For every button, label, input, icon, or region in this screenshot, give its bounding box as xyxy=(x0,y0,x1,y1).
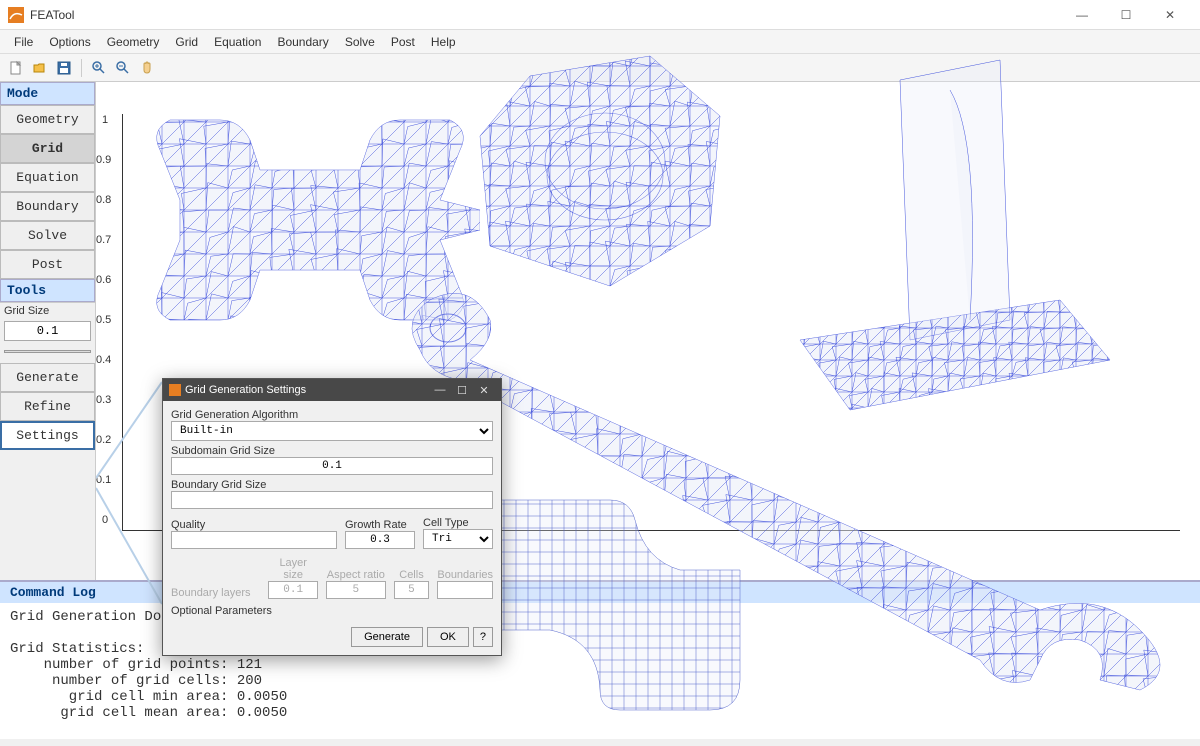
growth-rate-label: Growth Rate xyxy=(345,519,415,531)
menu-geometry[interactable]: Geometry xyxy=(99,33,168,51)
layer-size-label: Layer size xyxy=(268,557,318,581)
app-logo-icon xyxy=(8,7,24,23)
quality-label: Quality xyxy=(171,519,337,531)
subdomain-gridsize-input[interactable] xyxy=(171,457,493,475)
dialog-maximize-icon[interactable]: ☐ xyxy=(451,384,473,397)
tools-section-header: Tools xyxy=(0,279,95,302)
y-tick: 0.2 xyxy=(96,434,111,446)
dialog-generate-button[interactable]: Generate xyxy=(351,627,423,647)
grid-size-slider[interactable] xyxy=(4,345,91,357)
mode-equation[interactable]: Equation xyxy=(0,163,95,192)
y-tick: 0.7 xyxy=(96,234,111,246)
boundaries-label: Boundaries xyxy=(437,569,493,581)
dialog-ok-button[interactable]: OK xyxy=(427,627,469,647)
layer-size-input xyxy=(268,581,318,599)
dialog-titlebar[interactable]: Grid Generation Settings — ☐ ✕ xyxy=(163,379,501,401)
grid-generation-settings-dialog: Grid Generation Settings — ☐ ✕ Grid Gene… xyxy=(162,378,502,656)
y-tick: 0.9 xyxy=(96,154,111,166)
dialog-logo-icon xyxy=(169,384,181,396)
menu-boundary[interactable]: Boundary xyxy=(269,33,336,51)
dialog-minimize-icon[interactable]: — xyxy=(429,384,451,396)
window-titlebar: FEATool — ☐ ✕ xyxy=(0,0,1200,30)
menu-bar: File Options Geometry Grid Equation Boun… xyxy=(0,30,1200,54)
save-file-icon[interactable] xyxy=(54,58,74,78)
zoom-out-icon[interactable] xyxy=(113,58,133,78)
y-tick: 1 xyxy=(102,114,108,126)
cell-type-select[interactable]: Tri xyxy=(423,529,493,549)
subdomain-gridsize-label: Subdomain Grid Size xyxy=(171,445,493,457)
quality-input[interactable] xyxy=(171,531,337,549)
dialog-title: Grid Generation Settings xyxy=(185,384,429,396)
boundaries-input xyxy=(437,581,493,599)
algorithm-label: Grid Generation Algorithm xyxy=(171,409,493,421)
cell-type-label: Cell Type xyxy=(423,517,493,529)
boundary-layers-label: Boundary layers xyxy=(171,573,260,599)
dialog-close-icon[interactable]: ✕ xyxy=(473,384,495,397)
y-tick: 0.6 xyxy=(96,274,111,286)
open-file-icon[interactable] xyxy=(30,58,50,78)
sidebar: Mode Geometry Grid Equation Boundary Sol… xyxy=(0,82,96,580)
mode-post[interactable]: Post xyxy=(0,250,95,279)
algorithm-select[interactable]: Built-in xyxy=(171,421,493,441)
menu-solve[interactable]: Solve xyxy=(337,33,383,51)
mode-solve[interactable]: Solve xyxy=(0,221,95,250)
window-title: FEATool xyxy=(30,8,1060,22)
boundary-gridsize-input[interactable] xyxy=(171,491,493,509)
menu-file[interactable]: File xyxy=(6,33,41,51)
grid-size-input[interactable]: 0.1 xyxy=(4,321,91,341)
mode-grid[interactable]: Grid xyxy=(0,134,95,163)
y-tick: 0.3 xyxy=(96,394,111,406)
toolbar xyxy=(0,54,1200,82)
close-button[interactable]: ✕ xyxy=(1148,1,1192,29)
mode-boundary[interactable]: Boundary xyxy=(0,192,95,221)
menu-options[interactable]: Options xyxy=(41,33,98,51)
refine-button[interactable]: Refine xyxy=(0,392,95,421)
cells-label: Cells xyxy=(394,569,430,581)
dialog-help-button[interactable]: ? xyxy=(473,627,493,647)
grid-size-label: Grid Size xyxy=(0,302,95,319)
minimize-button[interactable]: — xyxy=(1060,1,1104,29)
menu-help[interactable]: Help xyxy=(423,33,464,51)
menu-equation[interactable]: Equation xyxy=(206,33,269,51)
menu-grid[interactable]: Grid xyxy=(167,33,206,51)
y-axis xyxy=(122,114,123,530)
y-tick: 0.1 xyxy=(96,474,111,486)
optional-parameters-label: Optional Parameters xyxy=(171,605,493,617)
y-tick: 0.8 xyxy=(96,194,111,206)
mode-section-header: Mode xyxy=(0,82,95,105)
y-tick: 0 xyxy=(102,514,108,526)
settings-button[interactable]: Settings xyxy=(0,421,95,450)
generate-button[interactable]: Generate xyxy=(0,363,95,392)
boundary-gridsize-label: Boundary Grid Size xyxy=(171,479,493,491)
pan-hand-icon[interactable] xyxy=(137,58,157,78)
menu-post[interactable]: Post xyxy=(383,33,423,51)
aspect-ratio-label: Aspect ratio xyxy=(326,569,386,581)
y-tick: 0.5 xyxy=(96,314,111,326)
cells-input xyxy=(394,581,430,599)
maximize-button[interactable]: ☐ xyxy=(1104,1,1148,29)
growth-rate-input[interactable] xyxy=(345,531,415,549)
mode-geometry[interactable]: Geometry xyxy=(0,105,95,134)
y-tick: 0.4 xyxy=(96,354,111,366)
aspect-ratio-input xyxy=(326,581,386,599)
zoom-in-icon[interactable] xyxy=(89,58,109,78)
new-file-icon[interactable] xyxy=(6,58,26,78)
